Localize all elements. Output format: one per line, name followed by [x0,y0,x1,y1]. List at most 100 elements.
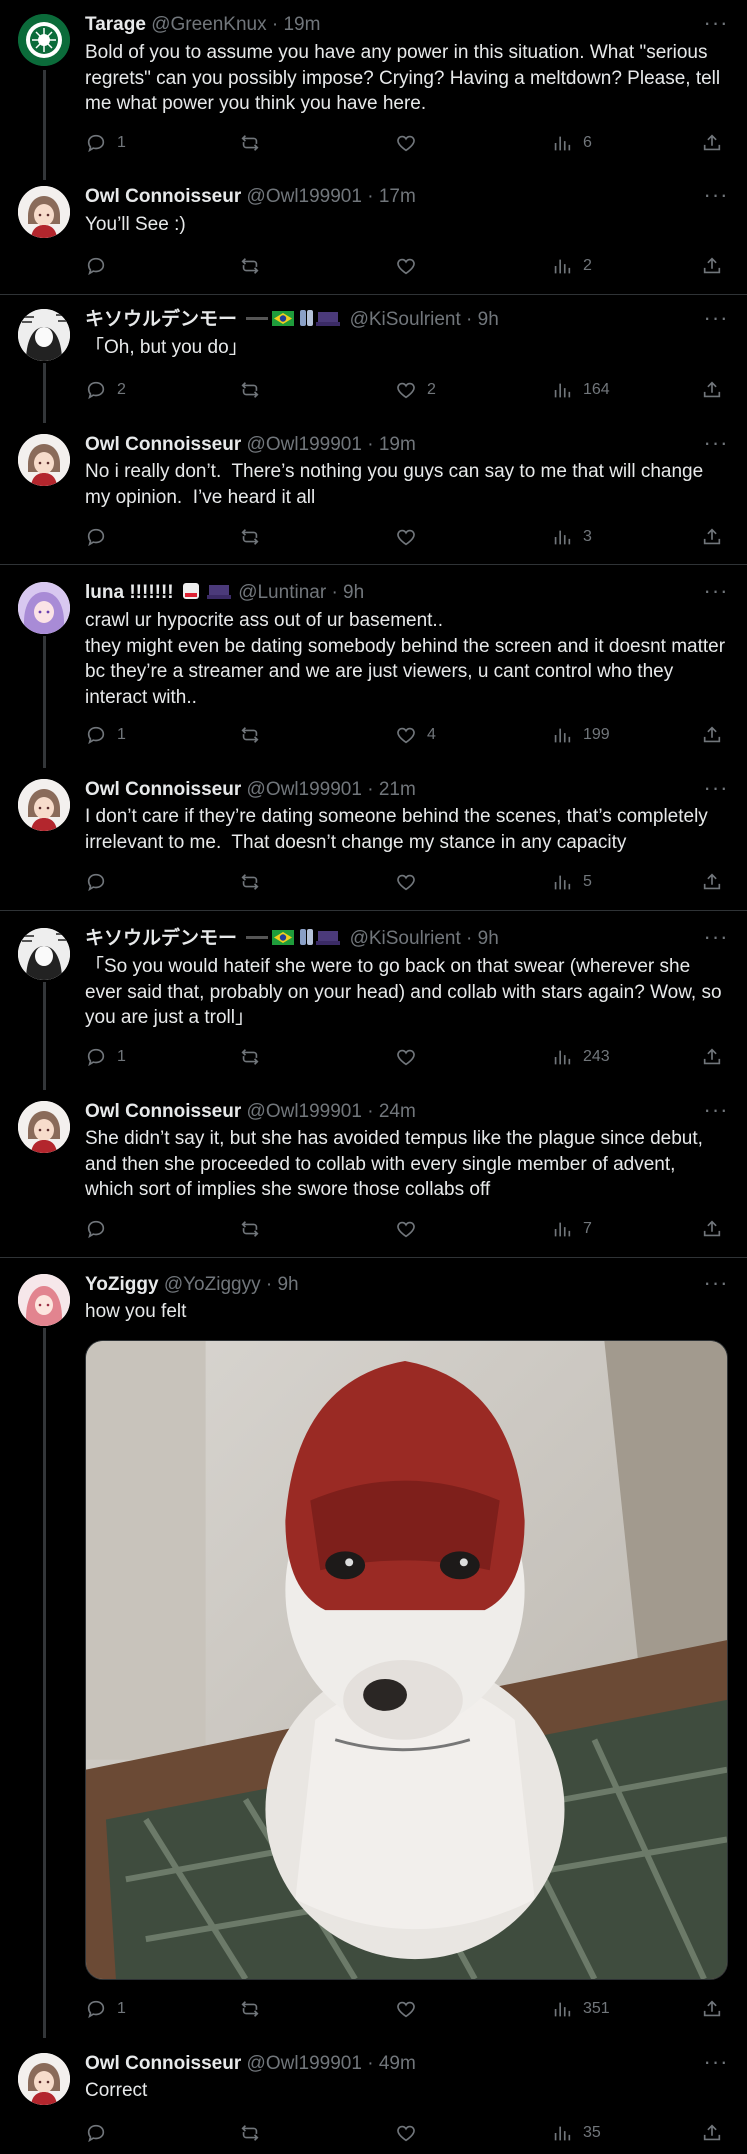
reply-button[interactable] [85,2120,117,2146]
display-name[interactable]: キソウルデンモー [85,309,237,330]
avatar[interactable] [18,1274,70,1326]
display-name[interactable]: Owl Connoisseur [85,1101,241,1122]
avatar[interactable] [18,928,70,980]
tweet-tarage[interactable]: Tarage @GreenKnux · 19m ··· Bold of you … [0,0,747,180]
avatar[interactable] [18,779,70,831]
display-name[interactable]: Owl Connoisseur [85,779,241,800]
avatar[interactable] [18,186,70,238]
tweet-kisoulrient-2[interactable]: キソウルデンモー @KiSoulrient · 9h ··· 「So you w… [0,911,747,1090]
reply-button[interactable]: 1 [85,722,126,748]
retweet-button[interactable] [239,253,271,279]
share-button[interactable] [701,2120,723,2146]
share-button[interactable] [701,253,723,279]
retweet-button[interactable] [239,1996,271,2022]
display-name[interactable]: キソウルデンモー [85,928,237,949]
retweet-button[interactable] [239,2120,271,2146]
timestamp[interactable]: · 21m [367,779,416,800]
share-button[interactable] [701,130,723,156]
views-button[interactable]: 2 [551,253,592,279]
reply-button[interactable] [85,869,117,895]
views-button[interactable]: 5 [551,869,592,895]
timestamp[interactable]: · 19m [367,434,416,455]
like-button[interactable] [395,253,427,279]
retweet-button[interactable] [239,1044,271,1070]
user-handle[interactable]: @Luntinar [238,582,326,603]
like-button[interactable] [395,869,427,895]
timestamp[interactable]: · 9h [331,582,364,603]
user-handle[interactable]: @KiSoulrient [350,928,461,949]
reply-button[interactable]: 2 [85,377,126,403]
more-icon[interactable]: ··· [701,580,731,610]
like-button[interactable] [395,1996,427,2022]
like-button[interactable] [395,524,427,550]
timestamp[interactable]: · 9h [466,309,499,330]
reply-button[interactable]: 1 [85,1044,126,1070]
tweet-owl-1[interactable]: Owl Connoisseur @Owl199901 · 17m ··· You… [0,180,747,294]
share-button[interactable] [701,1044,723,1070]
display-name[interactable]: luna !!!!!!! [85,582,174,603]
display-name[interactable]: Tarage [85,14,146,35]
views-button[interactable]: 35 [551,2120,601,2146]
views-button[interactable]: 351 [551,1996,610,2022]
display-name[interactable]: Owl Connoisseur [85,434,241,455]
views-button[interactable]: 243 [551,1044,610,1070]
tweet-owl-2[interactable]: Owl Connoisseur @Owl199901 · 19m ··· No … [0,423,747,564]
user-handle[interactable]: @Owl199901 [247,779,362,800]
share-button[interactable] [701,722,723,748]
like-button[interactable] [395,1216,427,1242]
timestamp[interactable]: · 9h [466,928,499,949]
timestamp[interactable]: · 49m [367,2053,416,2074]
tweet-kisoulrient-1[interactable]: キソウルデンモー @KiSoulrient · 9h ··· 「Oh, but … [0,295,747,423]
retweet-button[interactable] [239,1216,271,1242]
retweet-button[interactable] [239,524,271,550]
avatar[interactable] [18,1101,70,1153]
reply-button[interactable]: 1 [85,130,126,156]
timestamp[interactable]: · 9h [266,1274,299,1295]
timestamp[interactable]: · 24m [367,1101,416,1122]
retweet-button[interactable] [239,130,271,156]
user-handle[interactable]: @GreenKnux [151,14,266,35]
share-button[interactable] [701,377,723,403]
avatar[interactable] [18,434,70,486]
avatar[interactable] [18,2053,70,2105]
display-name[interactable]: Owl Connoisseur [85,186,241,207]
more-icon[interactable]: ··· [701,184,731,214]
more-icon[interactable]: ··· [701,12,731,42]
share-button[interactable] [701,524,723,550]
timestamp[interactable]: · 17m [367,186,416,207]
share-button[interactable] [701,1216,723,1242]
share-button[interactable] [701,869,723,895]
display-name[interactable]: Owl Connoisseur [85,2053,241,2074]
like-button[interactable] [395,2120,427,2146]
views-button[interactable]: 164 [551,377,610,403]
user-handle[interactable]: @Owl199901 [247,186,362,207]
user-handle[interactable]: @YoZiggyy [164,1274,261,1295]
user-handle[interactable]: @Owl199901 [247,2053,362,2074]
avatar[interactable] [18,582,70,634]
avatar[interactable] [18,14,70,66]
share-button[interactable] [701,1996,723,2022]
like-button[interactable]: 2 [395,377,436,403]
reply-button[interactable] [85,1216,117,1242]
retweet-button[interactable] [239,869,271,895]
retweet-button[interactable] [239,377,271,403]
like-button[interactable] [395,1044,427,1070]
views-button[interactable]: 199 [551,722,610,748]
tweet-image[interactable] [85,1340,728,1980]
views-button[interactable]: 6 [551,130,592,156]
tweet-owl-3[interactable]: Owl Connoisseur @Owl199901 · 21m ··· I d… [0,768,747,910]
views-button[interactable]: 7 [551,1216,592,1242]
tweet-luna[interactable]: luna !!!!!!! @Luntinar · 9h ··· crawl ur… [0,565,747,768]
tweet-owl-4[interactable]: Owl Connoisseur @Owl199901 · 24m ··· She… [0,1090,747,1257]
tweet-owl-5[interactable]: Owl Connoisseur @Owl199901 · 49m ··· Cor… [0,2038,747,2154]
user-handle[interactable]: @KiSoulrient [350,309,461,330]
more-icon[interactable]: ··· [701,926,731,956]
user-handle[interactable]: @Owl199901 [247,1101,362,1122]
like-button[interactable]: 4 [395,722,436,748]
retweet-button[interactable] [239,722,271,748]
like-button[interactable] [395,130,427,156]
more-icon[interactable]: ··· [701,307,731,337]
tweet-yoziggy[interactable]: YoZiggy @YoZiggyy · 9h ··· how you felt [0,1258,747,2038]
reply-button[interactable]: 1 [85,1996,126,2022]
display-name[interactable]: YoZiggy [85,1274,159,1295]
